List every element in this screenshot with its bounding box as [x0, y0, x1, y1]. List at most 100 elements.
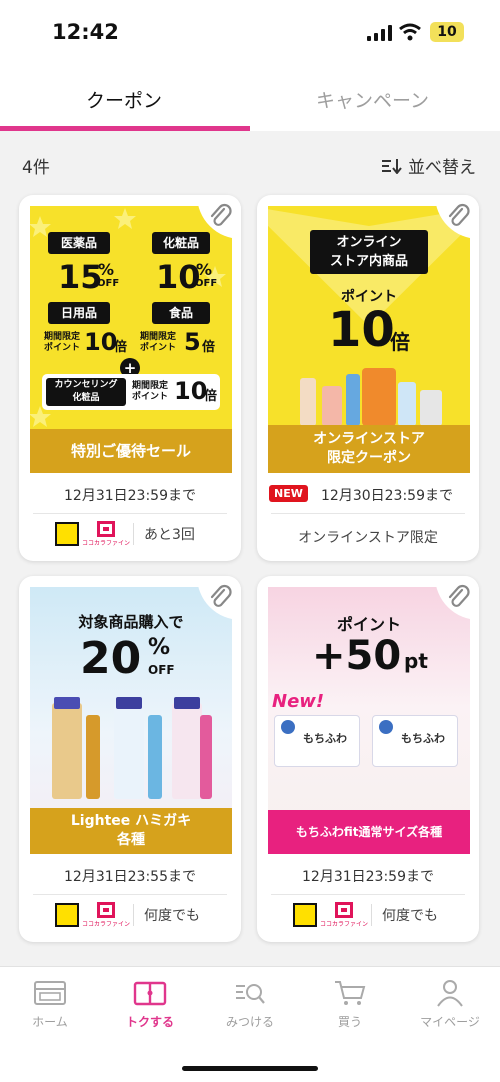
coupon-book-icon: [133, 981, 167, 1006]
coupon-ribbon: もちふわfit通常サイズ各種: [268, 810, 470, 854]
card-divider: [271, 513, 465, 514]
coupon-banner-2: オンライン ストア内商品 ポイント 10 倍 オンラインストア 限定クーポン: [268, 206, 470, 473]
product-pack: もちふわ: [274, 715, 360, 767]
status-bar: 12:42 10: [0, 0, 500, 66]
off-label: OFF: [97, 278, 120, 289]
card-divider: [271, 894, 465, 895]
bonus-points-unit: pt: [404, 649, 428, 673]
nav-label: ホーム: [32, 1015, 68, 1029]
multiplier-unit: 倍: [390, 330, 410, 354]
cellular-signal-icon: [367, 25, 392, 41]
wifi-icon: [399, 23, 421, 41]
off-label: OFF: [148, 663, 175, 677]
battery-level: 10: [437, 24, 457, 40]
toothpaste-products: [52, 697, 212, 799]
paperclip-icon: [210, 203, 232, 226]
cocokara-logo-icon: ココカラファイン: [82, 902, 130, 928]
nav-buy[interactable]: 買う: [300, 979, 400, 1030]
nav-label: マイページ: [420, 1015, 480, 1029]
coupon-banner-4: ポイント +50 pt New! もちふわ もちふわ もちふわfit通常サイズ各…: [268, 587, 470, 854]
usage-limit: 何度でも: [382, 908, 438, 924]
multiplier-value: 10: [174, 377, 208, 405]
new-script-label: New!: [272, 691, 325, 712]
coupon-card-2[interactable]: オンライン ストア内商品 ポイント 10 倍 オンラインストア 限定クーポン N…: [257, 195, 479, 561]
store-logos: ココカラファイン あと3回: [55, 521, 195, 547]
tab-coupons[interactable]: クーポン: [86, 86, 162, 113]
store-logos: ココカラファイン 何度でも: [55, 902, 200, 928]
cocokara-logo-icon: ココカラファイン: [82, 521, 130, 547]
cocokara-logo-icon: ココカラファイン: [320, 902, 368, 928]
nav-home[interactable]: ホーム: [0, 979, 100, 1030]
nav-discover[interactable]: みつける: [200, 979, 300, 1030]
coupon-expiry: 12月31日23:59まで: [302, 869, 434, 885]
category-label: 日用品: [48, 302, 110, 324]
status-time: 12:42: [52, 20, 119, 44]
sort-button[interactable]: 並べ替え: [382, 153, 476, 178]
multiplier-unit: 倍: [114, 340, 128, 355]
nav-deals[interactable]: トクする: [100, 979, 200, 1030]
multiplier-unit: 倍: [204, 389, 218, 404]
headline: 対象商品購入で: [78, 613, 184, 631]
coupon-expiry: 12月31日23:55まで: [64, 869, 196, 885]
usage-limit: 何度でも: [144, 908, 200, 924]
limited-point-label: 期間限定 ポイント: [132, 381, 169, 402]
limited-point-label: 期間限定 ポイント: [44, 332, 81, 353]
remaining-uses: あと3回: [144, 527, 195, 543]
coupon-card-4[interactable]: ポイント +50 pt New! もちふわ もちふわ もちふわfit通常サイズ各…: [257, 576, 479, 942]
discount-value: 10: [156, 258, 201, 296]
matsukiyo-logo-icon: [55, 522, 79, 546]
coupon-banner-3: 対象商品購入で 20 % OFF Lightee ハミガキ 各種: [30, 587, 232, 854]
store-icon: [34, 981, 66, 1005]
coupon-ribbon: Lightee ハミガキ 各種: [30, 808, 232, 854]
person-icon: [437, 980, 463, 1007]
limited-point-label: 期間限定 ポイント: [140, 332, 177, 353]
bottom-nav: ホーム トクする みつける 買う マイページ: [0, 966, 500, 1082]
coupon-expiry: 12月31日23:59まで: [64, 488, 196, 504]
multiplier-value: 5: [184, 328, 201, 356]
nav-mypage[interactable]: マイページ: [400, 979, 500, 1030]
paperclip-icon: [448, 584, 470, 607]
product-name: もちふわ: [401, 732, 445, 745]
search-list-icon: [236, 984, 265, 1004]
bonus-points-value: +50: [312, 633, 402, 679]
tab-campaigns[interactable]: キャンペーン: [316, 86, 429, 113]
sort-icon: [382, 158, 402, 174]
multiplier-value: 10: [328, 302, 395, 358]
battery-icon: 10: [430, 22, 464, 42]
sort-label: 並べ替え: [408, 158, 476, 178]
coupon-ribbon: 特別ご優待セール: [30, 429, 232, 473]
coupon-count: 4件: [22, 158, 50, 178]
percent-sign: %: [196, 260, 213, 279]
multiplier-unit: 倍: [202, 340, 216, 355]
tab-active-indicator: [0, 126, 250, 131]
coupon-card-1[interactable]: 医薬品 化粧品 15 % OFF 10 % OFF 日用品 食品 期間限定 ポイ…: [19, 195, 241, 561]
nav-label: みつける: [225, 1015, 274, 1029]
percent-sign: %: [98, 260, 115, 279]
discount-value: 15: [58, 258, 103, 296]
category-label: 医薬品: [48, 232, 110, 254]
card-divider: [33, 894, 227, 895]
nav-label: 買う: [337, 1015, 362, 1029]
percent-sign: %: [148, 635, 171, 660]
point-label: ポイント: [336, 615, 401, 634]
category-label: カウンセリング 化粧品: [46, 378, 126, 406]
card-divider: [33, 513, 227, 514]
coupon-banner-1: 医薬品 化粧品 15 % OFF 10 % OFF 日用品 食品 期間限定 ポイ…: [30, 206, 232, 473]
product-name: もちふわ: [303, 732, 347, 745]
online-store-box: オンライン ストア内商品: [310, 230, 428, 274]
products-illustration: [300, 368, 442, 426]
off-label: OFF: [195, 278, 218, 289]
coupon-card-3[interactable]: 対象商品購入で 20 % OFF Lightee ハミガキ 各種 12月31日2…: [19, 576, 241, 942]
coupon-expiry: 12月30日23:59まで: [321, 488, 453, 504]
coupon-ribbon: オンラインストア 限定クーポン: [268, 425, 470, 473]
tab-bar: クーポン キャンペーン: [0, 66, 500, 131]
category-label: 食品: [152, 302, 210, 324]
discount-value: 20: [80, 633, 142, 684]
category-label: 化粧品: [152, 232, 210, 254]
store-logos: ココカラファイン 何度でも: [293, 902, 438, 928]
paperclip-icon: [210, 584, 232, 607]
paperclip-icon: [448, 203, 470, 226]
product-pack: もちふわ: [372, 715, 458, 767]
matsukiyo-logo-icon: [55, 903, 79, 927]
matsukiyo-logo-icon: [293, 903, 317, 927]
